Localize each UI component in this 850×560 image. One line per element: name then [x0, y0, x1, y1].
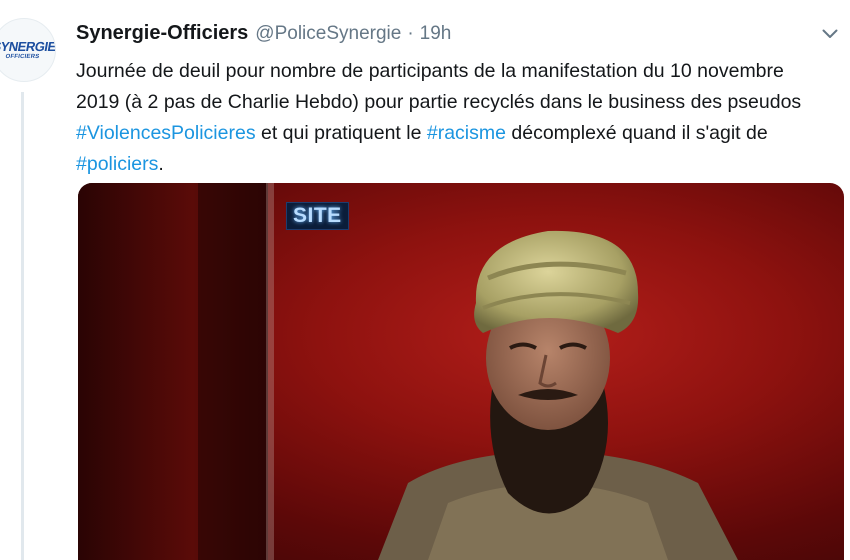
tweet[interactable]: SYNERGIE OFFICIERS Synergie-Officiers @P…: [0, 0, 850, 560]
display-name[interactable]: Synergie-Officiers: [76, 22, 248, 45]
tweet-timestamp[interactable]: 19h: [420, 23, 452, 45]
avatar[interactable]: SYNERGIE OFFICIERS: [0, 18, 56, 82]
hashtag-link[interactable]: #ViolencesPolicieres: [76, 122, 256, 144]
synergie-logo: SYNERGIE OFFICIERS: [0, 39, 56, 60]
hashtag-link[interactable]: #racisme: [427, 122, 506, 144]
site-badge: SITE: [286, 202, 349, 230]
tweet-text-part: Journée de deuil pour nombre de particip…: [76, 60, 802, 113]
chevron-down-icon: [822, 29, 838, 38]
tweet-text-part: .: [158, 153, 164, 175]
media-photo: [78, 183, 738, 560]
hashtag-link[interactable]: #policiers: [76, 153, 158, 175]
tweet-text: Journée de deuil pour nombre de particip…: [76, 56, 816, 180]
separator-dot: ·: [407, 23, 414, 44]
thread-line: [21, 92, 24, 560]
tweet-text-part: décomplexé quand il s'agit de: [505, 122, 768, 144]
tweet-header: Synergie-Officiers @PoliceSynergie · 19h: [76, 22, 451, 48]
tweet-menu-button[interactable]: [818, 22, 842, 46]
tweet-text-part: et qui pratiquent le: [255, 122, 427, 144]
user-handle[interactable]: @PoliceSynergie: [255, 23, 401, 45]
tweet-media-image[interactable]: SITE: [78, 183, 844, 560]
